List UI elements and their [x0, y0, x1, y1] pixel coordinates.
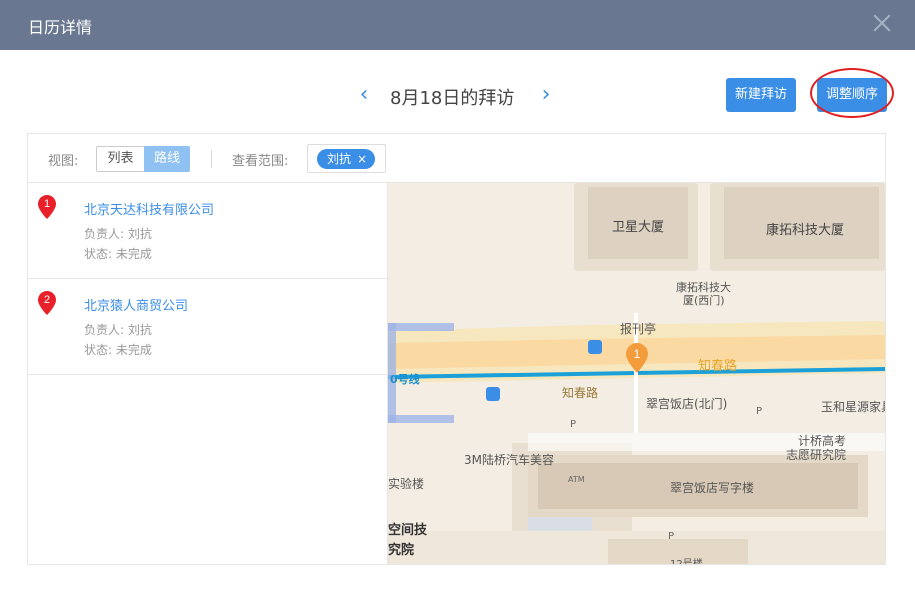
- status-text: 状态: 未完成: [84, 343, 152, 357]
- poi-label: 厦(西门): [683, 294, 725, 307]
- filter-bar: 视图: 列表 路线 查看范围: 刘抗 ×: [28, 134, 885, 183]
- date-title: 8月18日的拜访: [390, 88, 515, 109]
- poi-label: 志愿研究院: [786, 448, 847, 462]
- poi-label: 报刊亭: [620, 322, 657, 336]
- pin-index: 2: [44, 294, 50, 306]
- reorder-button[interactable]: 调整顺序: [817, 78, 887, 112]
- visit-list: 1 北京天达科技有限公司 负责人: 刘抗 状态: 未完成 2 北京猿人商贸公司 …: [28, 183, 388, 564]
- divider: [211, 150, 212, 168]
- map-marker-icon: 1: [626, 343, 648, 373]
- dialog-title: 日历详情: [28, 18, 93, 37]
- parking-icon: P: [756, 406, 763, 417]
- road-label: 知春路: [562, 386, 599, 400]
- poi-label: 3M陆桥汽车美容: [464, 453, 554, 467]
- company-link[interactable]: 北京猿人商贸公司: [84, 295, 188, 314]
- road-label: 知春路: [698, 359, 738, 374]
- company-link[interactable]: 北京天达科技有限公司: [84, 199, 214, 218]
- new-visit-button[interactable]: 新建拜访: [726, 78, 796, 112]
- close-icon[interactable]: [871, 12, 893, 34]
- list-item[interactable]: 2 北京猿人商贸公司 负责人: 刘抗 状态: 未完成: [28, 279, 388, 375]
- owner-text: 负责人: 刘抗: [84, 227, 152, 241]
- poi-label: 空间技: [388, 523, 428, 538]
- scope-label: 查看范围:: [232, 154, 289, 169]
- parking-icon: P: [570, 419, 577, 430]
- map-canvas: [388, 183, 885, 564]
- poi-label: 康拓科技大厦: [766, 223, 845, 238]
- status-text: 状态: 未完成: [84, 247, 152, 261]
- marker-index: 1: [634, 347, 641, 361]
- view-label: 视图:: [48, 154, 79, 169]
- pin-index: 1: [44, 198, 50, 210]
- list-item[interactable]: 1 北京天达科技有限公司 负责人: 刘抗 状态: 未完成: [28, 183, 388, 279]
- poi-label: 玉和星源家具: [821, 400, 885, 414]
- calendar-detail-dialog: 日历详情 ‹ 8月18日的拜访 › 新建拜访 调整顺序 视图: 列表 路线 查看…: [0, 0, 915, 595]
- poi-label: 翠宫饭店(北门): [646, 397, 728, 411]
- poi-label: 翠宫饭店写字楼: [670, 481, 755, 495]
- poi-label: 12号楼: [670, 555, 703, 564]
- dialog-titlebar: 日历详情: [0, 0, 915, 50]
- atm-icon: ATM: [568, 475, 585, 484]
- prev-day-arrow-icon[interactable]: ‹: [354, 84, 374, 106]
- next-day-arrow-icon[interactable]: ›: [536, 84, 556, 106]
- poi-label: 卫星大厦: [612, 220, 665, 235]
- poi-label: 究院: [388, 543, 415, 558]
- visit-panel: 视图: 列表 路线 查看范围: 刘抗 × 1 北京天达科技有限公司 负责人: 刘抗…: [27, 133, 886, 565]
- map-pin-icon: 2: [38, 291, 56, 315]
- parking-icon: P: [668, 531, 675, 542]
- route-map[interactable]: 1 卫星大厦 康拓科技大厦 康拓科技大 厦(西门) 报刊亭 知春路 知春路 0号…: [388, 183, 885, 564]
- poi-label: 实验楼: [388, 477, 425, 491]
- view-option-route[interactable]: 路线: [144, 146, 190, 172]
- map-pin-icon: 1: [38, 195, 56, 219]
- subway-line-label: 0号线: [390, 373, 420, 386]
- view-option-list[interactable]: 列表: [96, 146, 144, 172]
- scope-select[interactable]: 刘抗 ×: [307, 144, 386, 173]
- bus-stop-icon: [486, 387, 500, 401]
- remove-tag-icon[interactable]: ×: [357, 152, 367, 166]
- bus-stop-icon: [588, 340, 602, 354]
- scope-tag: 刘抗 ×: [317, 149, 376, 169]
- owner-text: 负责人: 刘抗: [84, 323, 152, 337]
- scope-tag-label: 刘抗: [327, 152, 352, 166]
